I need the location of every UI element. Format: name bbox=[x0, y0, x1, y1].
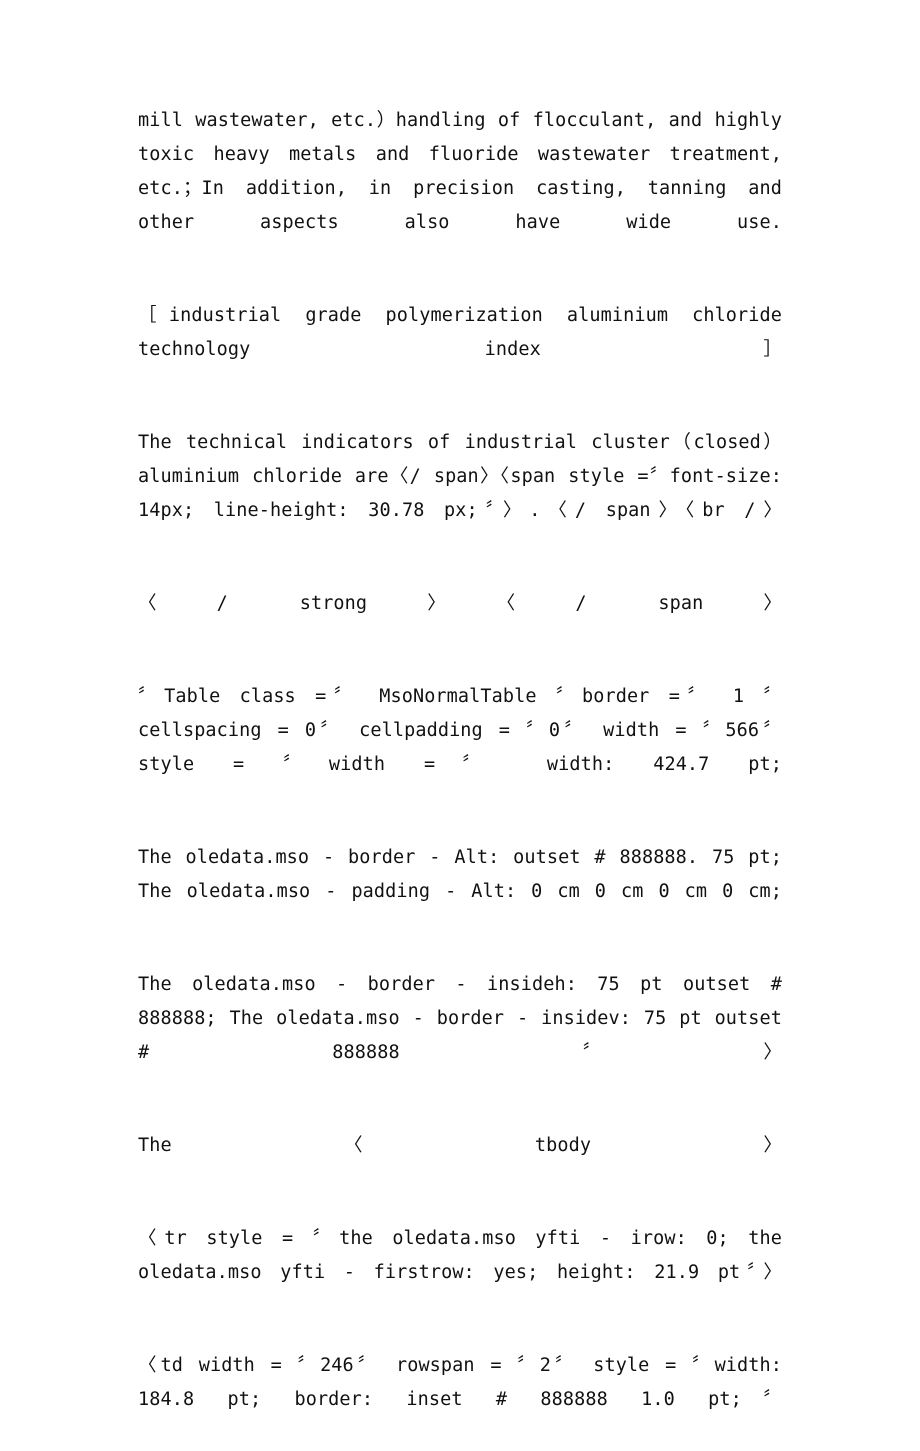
paragraph-td-style: 〈td width = 〞246〞 rowspan = 〞2〞 style = … bbox=[138, 1355, 782, 1410]
document-text-body: mill wastewater, etc.）handling of floccu… bbox=[138, 104, 782, 1451]
paragraph-close-strong-span: 〈/ strong〉〈/ span〉 bbox=[138, 593, 782, 614]
paragraph-tr-style: 〈tr style = 〞the oledata.mso yfti - irow… bbox=[138, 1228, 782, 1283]
paragraph-applications: mill wastewater, etc.）handling of floccu… bbox=[138, 110, 782, 233]
paragraph-border-inside: The oledata.mso - border - insideh: 75 p… bbox=[138, 974, 782, 1063]
paragraph-table-open-tag: 〞Table class =〞 MsoNormalTable 〞border =… bbox=[138, 686, 782, 775]
paragraph-technical-indicators: The technical indicators of industrial c… bbox=[138, 432, 782, 521]
paragraph-border-alt: The oledata.mso - border - Alt: outset #… bbox=[138, 847, 782, 902]
paragraph-heading-tech-index: ［industrial grade polymerization alumini… bbox=[138, 305, 782, 360]
document-page: mill wastewater, etc.）handling of floccu… bbox=[0, 0, 920, 1410]
paragraph-tbody: The〈tbody〉 bbox=[138, 1135, 782, 1156]
